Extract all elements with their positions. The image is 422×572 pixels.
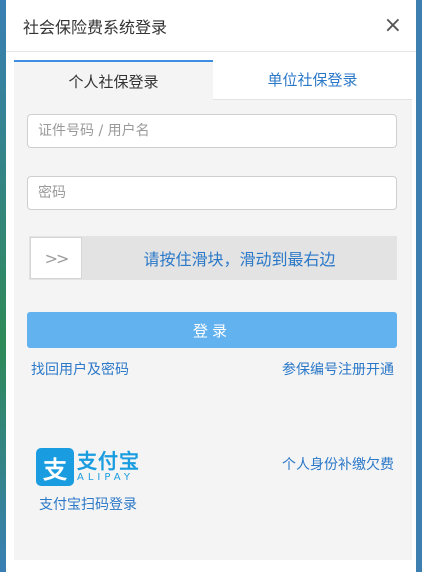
tab-company-login[interactable]: 单位社保登录: [213, 60, 412, 100]
recover-account-link[interactable]: 找回用户及密码: [31, 359, 129, 379]
alipay-icon: 支: [36, 448, 74, 486]
dialog-titlebar: 社会保险费系统登录 ×: [6, 0, 416, 52]
alipay-brand-en: ALIPAY: [77, 472, 134, 483]
password-input[interactable]: [27, 176, 397, 210]
login-dialog: 社会保险费系统登录 × 个人社保登录 单位社保登录 >> 请按住滑块，滑动到最右…: [6, 0, 416, 572]
close-icon[interactable]: ×: [384, 14, 402, 37]
register-link[interactable]: 参保编号注册开通: [282, 359, 394, 379]
login-panel: 个人社保登录 单位社保登录 >> 请按住滑块，滑动到最右边 登录 找回用户及密码…: [14, 60, 412, 560]
alipay-brand-cn: 支付宝: [77, 449, 140, 473]
username-input[interactable]: [27, 114, 397, 148]
slide-verify: >> 请按住滑块，滑动到最右边: [29, 236, 397, 280]
supplement-payment-link[interactable]: 个人身份补缴欠费: [282, 454, 394, 474]
alipay-wordmark: 支付宝 ALIPAY: [77, 450, 140, 484]
login-tabs: 个人社保登录 单位社保登录: [14, 60, 412, 100]
background-right: [416, 0, 422, 572]
tab-personal-login[interactable]: 个人社保登录: [14, 60, 213, 100]
dialog-title: 社会保险费系统登录: [23, 17, 168, 37]
alipay-logo[interactable]: 支 支付宝 ALIPAY: [36, 448, 140, 486]
slider-handle[interactable]: >>: [30, 237, 82, 279]
slider-hint-text: 请按住滑块，滑动到最右边: [143, 250, 336, 269]
login-button[interactable]: 登录: [27, 312, 397, 348]
alipay-login-link[interactable]: 支付宝扫码登录: [39, 494, 137, 514]
